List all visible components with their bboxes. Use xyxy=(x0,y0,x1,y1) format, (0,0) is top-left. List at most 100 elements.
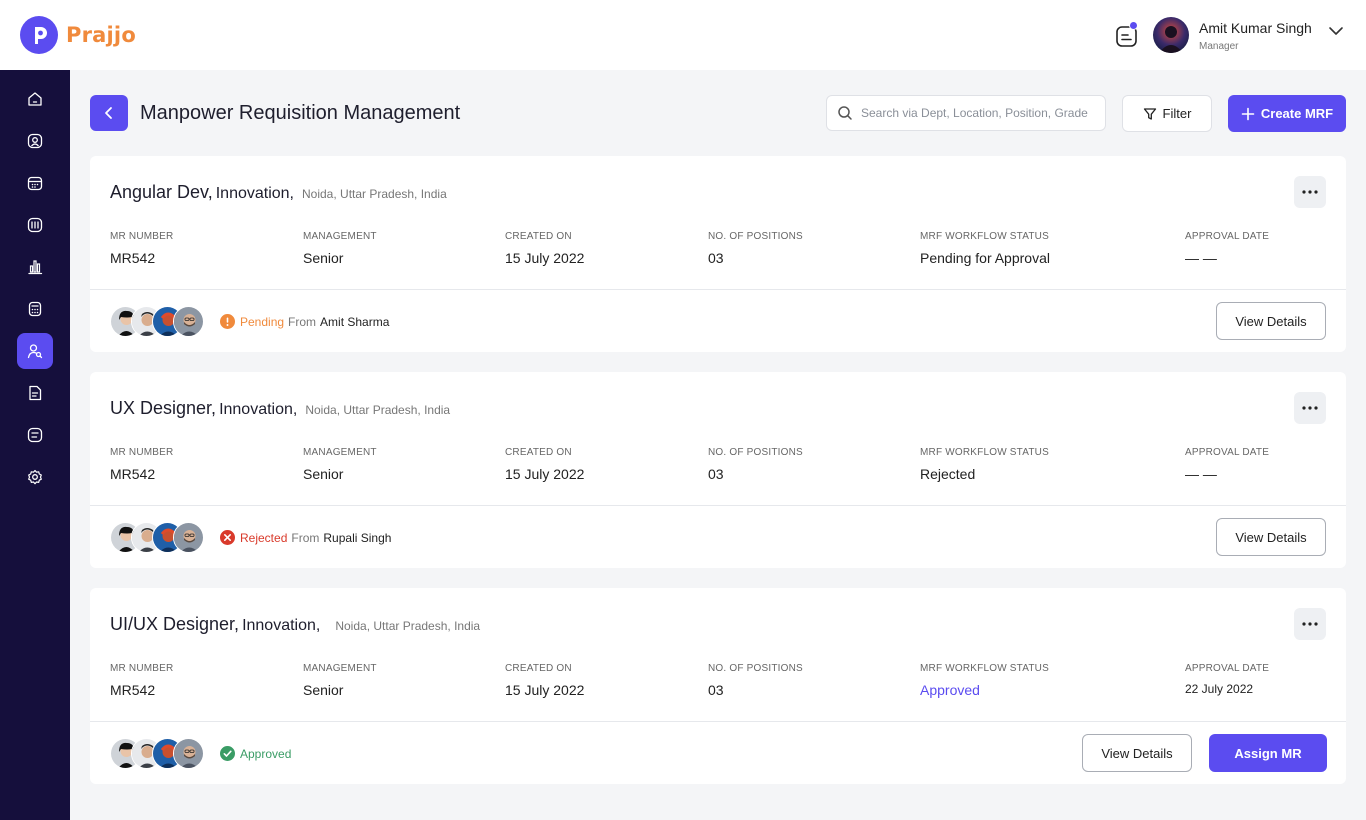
view-details-button[interactable]: View Details xyxy=(1082,734,1192,772)
management-value: Senior xyxy=(303,682,344,698)
approver-avatars xyxy=(110,738,210,769)
status-person: Amit Sharma xyxy=(320,314,390,329)
mr-number-value: MR542 xyxy=(110,682,156,698)
mrf-card: Angular Dev, Innovation, Noida, Uttar Prad… xyxy=(90,156,1346,352)
user-menu-chevron-icon[interactable] xyxy=(1327,24,1345,38)
sidebar xyxy=(0,70,70,820)
status-text: Rejected xyxy=(240,530,288,545)
workflow-status-value: Rejected xyxy=(920,466,976,482)
approval-date-label: APPROVAL DATE xyxy=(1185,447,1270,458)
create-mrf-label: Create MRF xyxy=(1260,106,1334,121)
avatar[interactable] xyxy=(173,738,204,769)
created-on-value: 15 July 2022 xyxy=(505,682,585,698)
more-options-button[interactable] xyxy=(1294,392,1326,424)
chevron-left-icon xyxy=(105,107,112,119)
status-person: Rupali Singh xyxy=(323,530,392,545)
calculator-icon xyxy=(28,301,42,317)
card-divider xyxy=(90,289,1346,290)
top-bar: Prajjo Amit Kumar Singh Manager xyxy=(0,0,1366,70)
avatar[interactable] xyxy=(173,522,204,553)
location: Noida, Uttar Pradesh, India xyxy=(305,403,451,417)
department: Innovation, xyxy=(215,185,294,202)
department: Innovation, xyxy=(242,617,321,634)
filter-label: Filter xyxy=(1162,106,1192,121)
search-box[interactable] xyxy=(826,95,1106,131)
plus-icon xyxy=(1241,107,1255,120)
created-on-value: 15 July 2022 xyxy=(505,250,585,266)
status-text: Approved xyxy=(240,746,292,761)
positions-value: 03 xyxy=(708,250,724,266)
user-avatar[interactable] xyxy=(1153,17,1189,53)
status-from: From xyxy=(288,314,317,329)
workflow-status-label: MRF WORKFLOW STATUS xyxy=(920,231,1049,242)
card-header: UI/UX Designer, Innovation, Noida, Uttar P… xyxy=(110,614,480,635)
settings-icon xyxy=(28,469,42,485)
management-label: MANAGEMENT xyxy=(303,447,377,458)
more-options-button[interactable] xyxy=(1294,608,1326,640)
management-label: MANAGEMENT xyxy=(303,663,377,674)
list-icon xyxy=(27,427,43,443)
job-title: Angular Dev, xyxy=(110,182,213,202)
logo-text: Prajjo xyxy=(66,23,136,47)
mr-number-label: MR NUMBER xyxy=(110,663,174,674)
logo[interactable]: Prajjo xyxy=(20,16,136,54)
avatar[interactable] xyxy=(173,306,204,337)
approval-status: Rejected From Rupali Singh xyxy=(220,530,391,545)
created-on-value: 15 July 2022 xyxy=(505,466,585,482)
back-button[interactable] xyxy=(90,95,128,131)
sidebar-item-profile[interactable] xyxy=(17,123,53,159)
more-options-button[interactable] xyxy=(1294,176,1326,208)
view-details-button[interactable]: View Details xyxy=(1216,518,1326,556)
check-circle-icon xyxy=(220,746,235,761)
user-search-icon xyxy=(27,344,43,359)
create-mrf-button[interactable]: Create MRF xyxy=(1228,95,1346,132)
document-icon xyxy=(29,385,42,401)
status-from: From xyxy=(291,530,320,545)
mr-number-label: MR NUMBER xyxy=(110,231,174,242)
approval-date-label: APPROVAL DATE xyxy=(1185,663,1270,674)
chart-icon xyxy=(28,260,43,275)
positions-value: 03 xyxy=(708,466,724,482)
approval-status: Approved xyxy=(220,746,291,761)
location: Noida, Uttar Pradesh, India xyxy=(335,619,481,633)
sidebar-item-reports[interactable] xyxy=(17,249,53,285)
mr-number-value: MR542 xyxy=(110,466,156,482)
sidebar-item-tasks[interactable] xyxy=(17,417,53,453)
filter-icon xyxy=(1143,107,1156,120)
logo-mark-icon xyxy=(20,16,58,54)
user-name: Amit Kumar Singh xyxy=(1199,20,1312,36)
assign-mr-button[interactable]: Assign MR xyxy=(1209,734,1327,772)
management-value: Senior xyxy=(303,250,344,266)
user-role: Manager xyxy=(1199,41,1239,52)
more-horizontal-icon xyxy=(1302,190,1318,194)
filter-button[interactable]: Filter xyxy=(1122,95,1212,132)
approval-date-value: 22 July 2022 xyxy=(1185,682,1254,696)
job-title: UI/UX Designer, xyxy=(110,614,240,634)
notification-button[interactable] xyxy=(1114,21,1140,49)
sidebar-item-documents[interactable] xyxy=(17,375,53,411)
view-details-button[interactable]: View Details xyxy=(1216,302,1326,340)
management-value: Senior xyxy=(303,466,344,482)
card-header: UX Designer, Innovation, Noida, Uttar Prad… xyxy=(110,398,450,419)
sidebar-item-library[interactable] xyxy=(17,207,53,243)
workflow-status-value: Pending for Approval xyxy=(920,250,1050,266)
mrf-card: UI/UX Designer, Innovation, Noida, Uttar P… xyxy=(90,588,1346,784)
card-divider xyxy=(90,721,1346,722)
sidebar-item-recruitment[interactable] xyxy=(17,333,53,369)
sidebar-item-home[interactable] xyxy=(17,81,53,117)
department: Innovation, xyxy=(219,401,298,418)
status-text: Pending xyxy=(240,314,285,329)
approval-date-value: — — xyxy=(1185,250,1217,266)
more-horizontal-icon xyxy=(1302,406,1318,410)
mr-number-value: MR542 xyxy=(110,250,156,266)
approver-avatars xyxy=(110,522,210,553)
sidebar-item-calendar[interactable] xyxy=(17,165,53,201)
card-header: Angular Dev, Innovation, Noida, Uttar Prad… xyxy=(110,182,447,203)
mrf-card: UX Designer, Innovation, Noida, Uttar Prad… xyxy=(90,372,1346,568)
workflow-status-label: MRF WORKFLOW STATUS xyxy=(920,447,1049,458)
sidebar-item-settings[interactable] xyxy=(17,459,53,495)
approver-avatars xyxy=(110,306,210,337)
sidebar-item-payroll[interactable] xyxy=(17,291,53,327)
page-title: Manpower Requisition Management xyxy=(140,102,461,124)
search-input[interactable] xyxy=(861,106,1101,120)
